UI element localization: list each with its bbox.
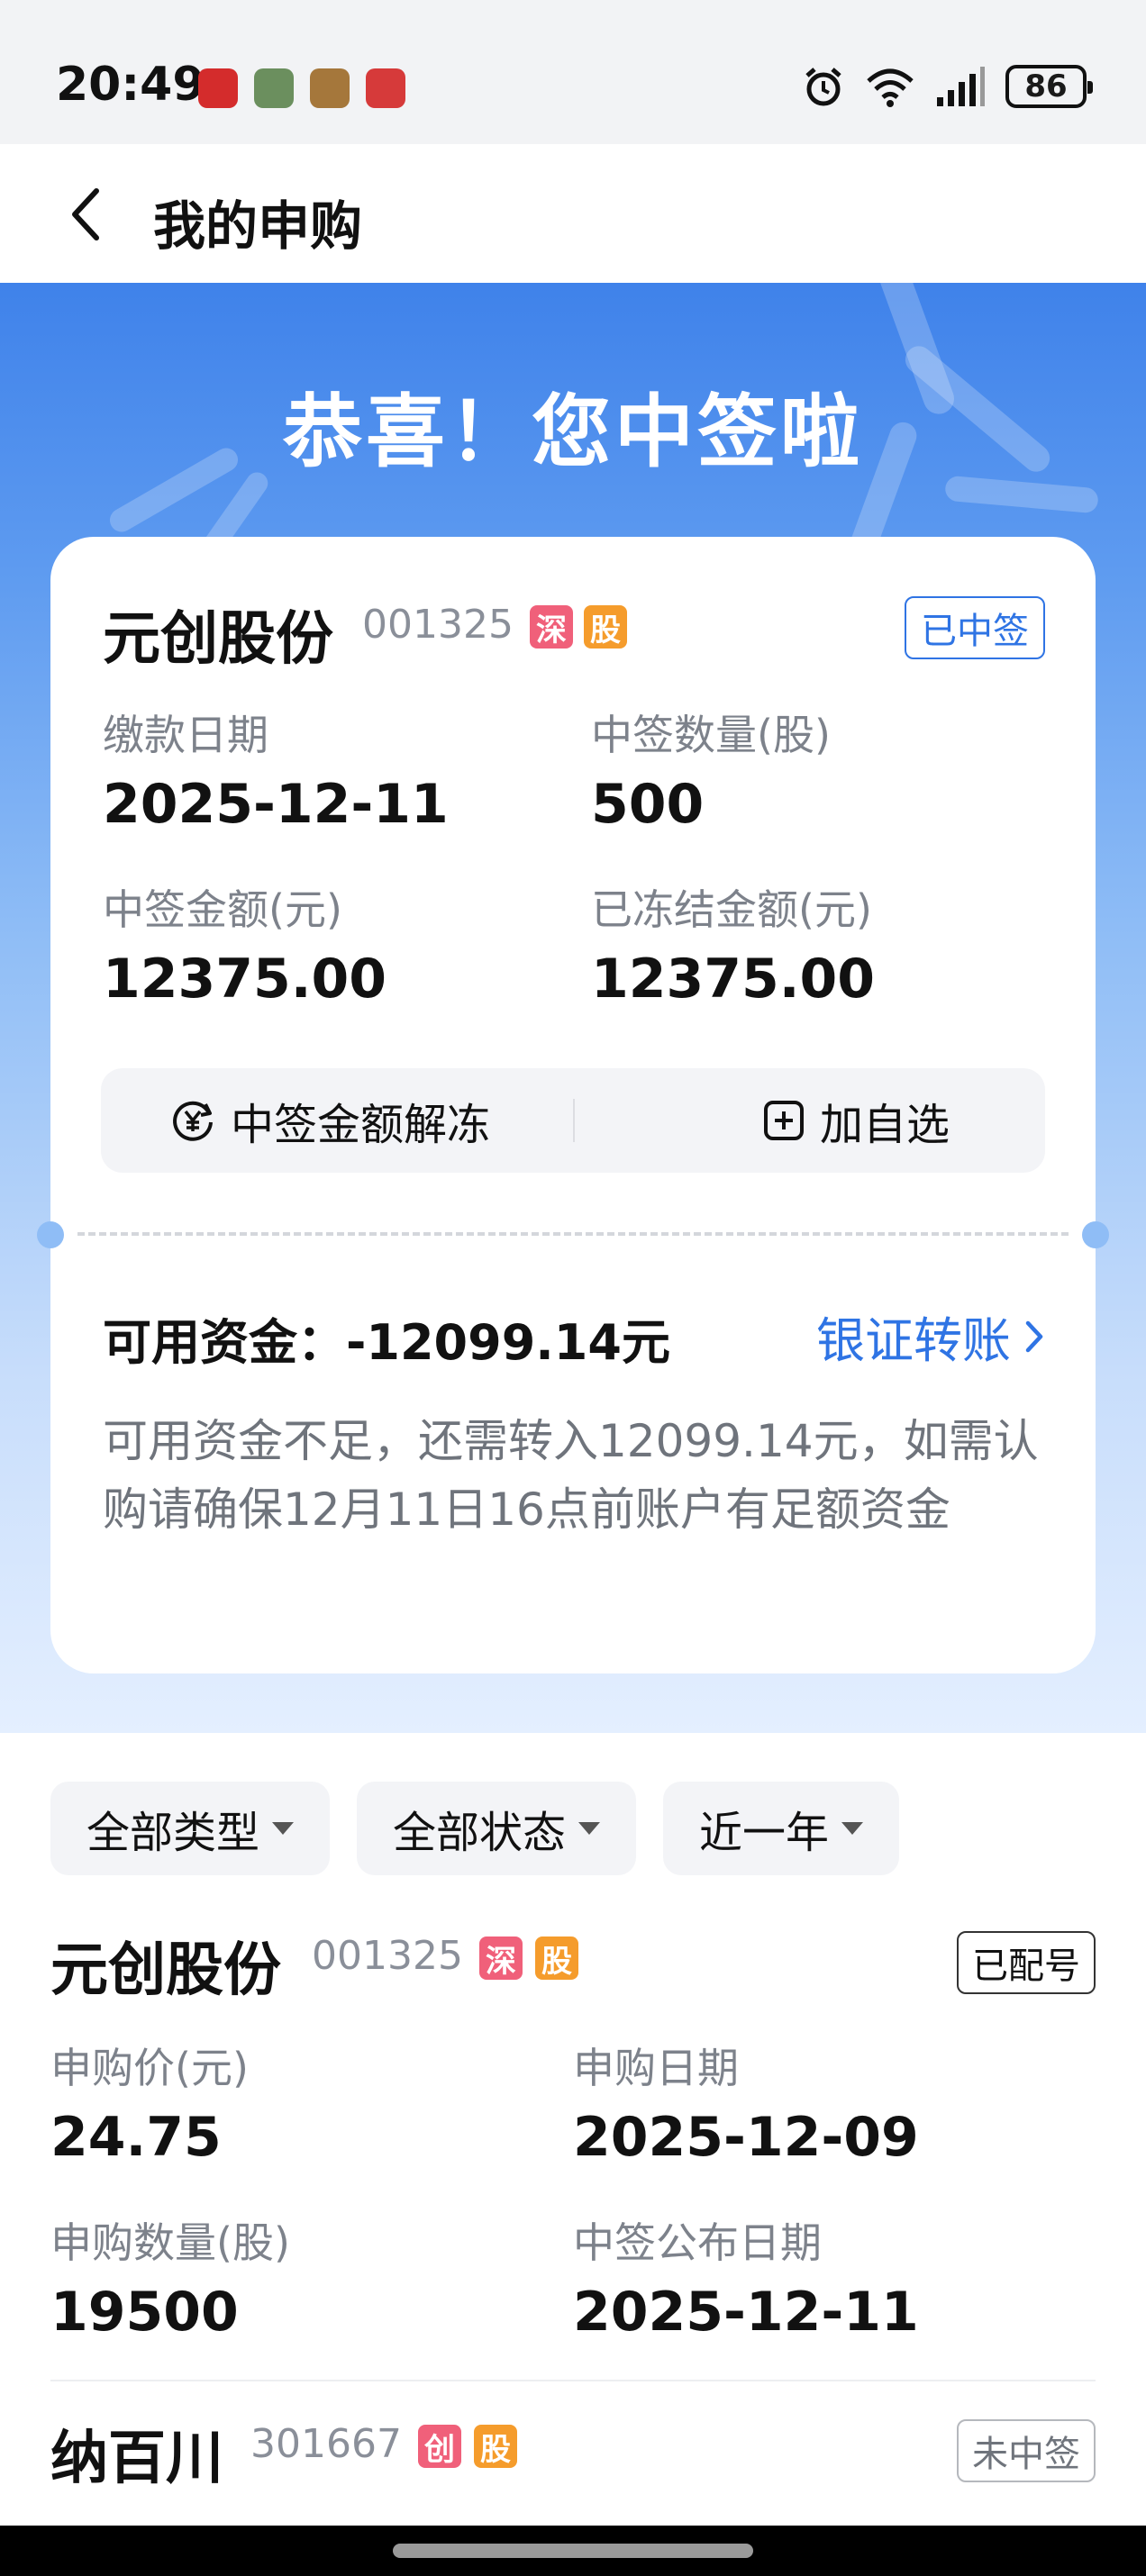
unfreeze-label: 中签金额解冻 xyxy=(231,1100,491,1150)
filter-type-label: 全部类型 xyxy=(86,1808,260,1858)
app-icon-2 xyxy=(254,68,294,108)
ticket-notch-left xyxy=(37,1221,64,1248)
card-action-bar: 中签金额解冻 加自选 xyxy=(101,1068,1045,1173)
lottery-win-card: 元创股份 001325 深 股 已中签 缴款日期 中签数量(股) 2025-12… xyxy=(37,537,1109,1673)
app-icon-4 xyxy=(366,68,405,108)
unfreeze-button[interactable]: 中签金额解冻 xyxy=(169,1068,490,1173)
status-bar: 20:49 86 xyxy=(0,0,1146,144)
win-amount-label: 中签金额(元) xyxy=(103,885,342,934)
stock-name: 元创股份 xyxy=(103,606,333,673)
stock-type-tag: 股 xyxy=(535,1937,578,1980)
plus-square-icon xyxy=(764,1101,804,1140)
battery-level: 86 xyxy=(1024,68,1068,104)
available-funds: 可用资金：-12099.14元 xyxy=(103,1314,670,1371)
caret-down-icon xyxy=(272,1822,295,1835)
app-icon-1 xyxy=(198,68,238,108)
stock-type-tag: 股 xyxy=(584,605,627,649)
frozen-amount-label: 已冻结金额(元) xyxy=(591,885,872,934)
subscription-quantity-label: 申购数量(股) xyxy=(50,2218,290,2267)
chevron-right-icon xyxy=(1025,1320,1043,1352)
stock-name: 纳百川 xyxy=(50,2426,223,2492)
back-button[interactable] xyxy=(54,180,117,249)
filter-period-label: 近一年 xyxy=(699,1808,830,1858)
market-tag: 创 xyxy=(418,2425,461,2468)
filter-type-dropdown[interactable]: 全部类型 xyxy=(50,1782,331,1875)
subscription-date-value: 2025-12-09 xyxy=(573,2106,919,2169)
frozen-amount-value: 12375.00 xyxy=(591,948,876,1011)
win-quantity-value: 500 xyxy=(591,773,705,836)
chevron-left-icon xyxy=(72,188,99,240)
stock-code: 001325 xyxy=(312,1933,463,1979)
battery-icon: 86 xyxy=(1005,65,1093,108)
signal-icon xyxy=(937,67,985,106)
subscription-quantity-value: 19500 xyxy=(50,2281,239,2344)
subscription-list: 全部类型 全部状态 近一年 元创股份 001325 深 股 已配号 申购价(元)… xyxy=(0,1760,1146,2526)
announce-date-label: 中签公布日期 xyxy=(573,2218,822,2267)
market-tag: 深 xyxy=(479,1937,523,1980)
market-tag: 深 xyxy=(530,605,573,649)
ticket-notch-right xyxy=(1082,1221,1109,1248)
wifi-icon xyxy=(867,68,914,107)
add-watchlist-button[interactable]: 加自选 xyxy=(762,1068,950,1173)
status-time: 20:49 xyxy=(56,58,205,112)
navbar: 我的申购 xyxy=(0,144,1146,283)
stock-code: 301667 xyxy=(250,2421,402,2467)
filter-status-label: 全部状态 xyxy=(393,1808,567,1858)
win-quantity-label: 中签数量(股) xyxy=(591,711,831,759)
add-watchlist-label: 加自选 xyxy=(820,1100,950,1150)
filter-status-dropdown[interactable]: 全部状态 xyxy=(357,1782,637,1875)
notification-app-icons xyxy=(198,68,405,108)
caret-down-icon xyxy=(578,1822,601,1835)
filter-period-dropdown[interactable]: 近一年 xyxy=(663,1782,900,1875)
subscription-price-label: 申购价(元) xyxy=(50,2044,249,2092)
payment-date-value: 2025-12-11 xyxy=(103,773,449,836)
filter-bar: 全部类型 全部状态 近一年 xyxy=(50,1782,900,1875)
system-navigation-bar xyxy=(0,2526,1146,2576)
congrats-hero: 恭喜！您中签啦 元创股份 001325 深 股 已中签 缴款日期 中签数量(股)… xyxy=(0,283,1146,1733)
subscription-date-label: 申购日期 xyxy=(573,2044,739,2092)
subscription-price-value: 24.75 xyxy=(50,2106,222,2169)
payment-date-label: 缴款日期 xyxy=(103,711,268,759)
status-indicators: 86 xyxy=(802,65,1093,108)
congrats-title: 恭喜！您中签啦 xyxy=(282,385,863,478)
home-indicator[interactable] xyxy=(393,2544,753,2558)
status-badge: 已配号 xyxy=(957,1931,1096,1994)
row-divider xyxy=(50,2380,1096,2381)
caret-down-icon xyxy=(841,1822,864,1835)
stock-code: 001325 xyxy=(362,602,514,648)
win-amount-value: 12375.00 xyxy=(103,948,387,1011)
insufficient-funds-notice: 可用资金不足，还需转入12099.14元，如需认购请确保12月11日16点前账户… xyxy=(103,1415,1039,1536)
bank-transfer-label: 银证转账 xyxy=(816,1312,1011,1369)
app-icon-3 xyxy=(310,68,350,108)
stock-type-tag: 股 xyxy=(474,2425,517,2468)
status-badge: 已中签 xyxy=(905,596,1045,659)
bank-transfer-link[interactable]: 银证转账 xyxy=(816,1301,1045,1372)
stock-name: 元创股份 xyxy=(50,1937,281,2004)
ticket-divider xyxy=(77,1232,1069,1236)
status-badge: 未中签 xyxy=(957,2419,1096,2482)
action-divider xyxy=(573,1099,575,1142)
alarm-icon xyxy=(805,68,841,106)
yuan-refresh-icon xyxy=(173,1101,213,1141)
announce-date-value: 2025-12-11 xyxy=(573,2281,919,2344)
page-title: 我的申购 xyxy=(153,195,363,257)
